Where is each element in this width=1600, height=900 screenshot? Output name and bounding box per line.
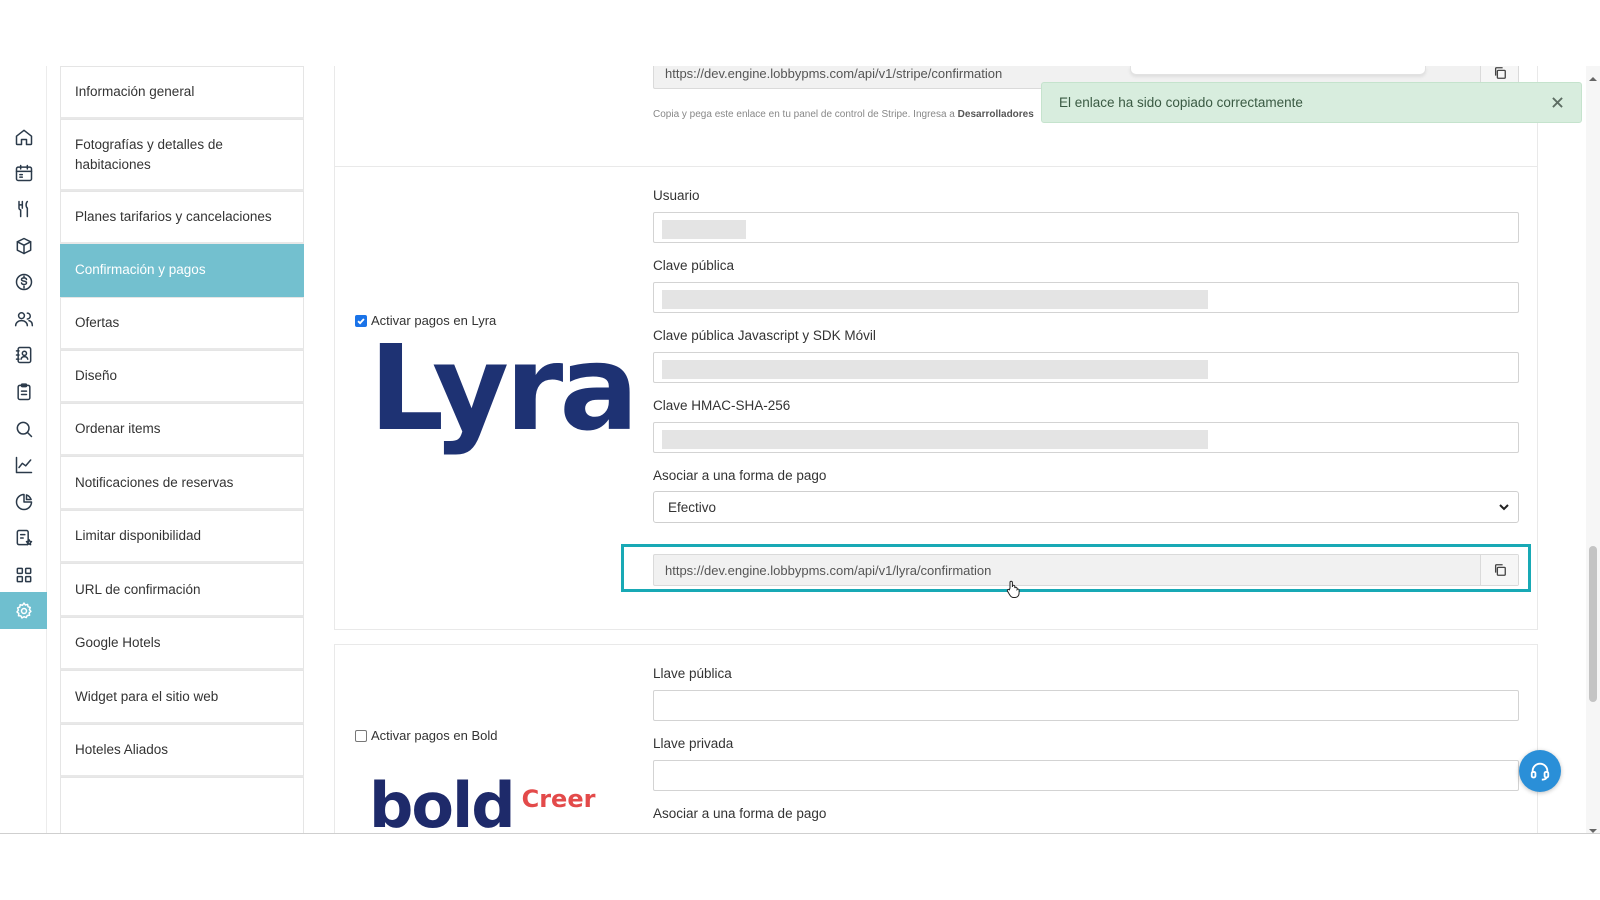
search-icon[interactable] — [0, 410, 47, 447]
nav-item-label: Google Hotels — [75, 635, 161, 650]
clave-hmac-input[interactable] — [653, 422, 1519, 453]
bold-activate-checkbox[interactable]: Activar pagos en Bold — [355, 728, 497, 743]
scroll-up-icon[interactable] — [1589, 70, 1597, 81]
copy-icon — [1494, 67, 1506, 79]
users-icon[interactable] — [0, 300, 47, 337]
clave-js-input[interactable] — [653, 352, 1519, 383]
calendar-icon[interactable] — [0, 154, 47, 191]
grid-icon[interactable] — [0, 556, 47, 593]
bold-checkbox-label: Activar pagos en Bold — [371, 728, 498, 743]
headset-icon — [1530, 762, 1550, 781]
close-icon[interactable] — [1549, 94, 1565, 110]
settings-nav: Información general Fotografías y detall… — [60, 66, 304, 833]
bold-card: Activar pagos en Bold bold Creer Llave p… — [334, 644, 1538, 834]
nav-item-limitar-disponibilidad[interactable]: Limitar disponibilidad — [60, 510, 304, 563]
payment-method-value: Efectivo — [668, 499, 717, 515]
clave-js-label: Clave pública Javascript y SDK Móvil — [653, 328, 876, 343]
nav-item-label: Planes tarifarios y cancelaciones — [75, 209, 272, 224]
llave-privada-label: Llave privada — [653, 736, 734, 751]
box-icon[interactable] — [0, 227, 47, 264]
llave-publica-label: Llave pública — [653, 666, 732, 681]
pie-chart-icon[interactable] — [0, 483, 47, 520]
hand-cursor-icon — [1006, 580, 1020, 598]
checkbox-checked-icon[interactable] — [355, 314, 367, 327]
contacts-icon[interactable] — [0, 336, 47, 373]
nav-item-url-confirmacion[interactable]: URL de confirmación — [60, 563, 304, 617]
chevron-down-icon — [1499, 504, 1509, 511]
llave-publica-input[interactable] — [653, 690, 1519, 721]
support-chat-button[interactable] — [1519, 750, 1561, 792]
nav-item-label: Fotografías y detalles de habitaciones — [75, 136, 223, 172]
nav-item-diseno[interactable]: Diseño — [60, 350, 304, 403]
app-viewport: Información general Fotografías y detall… — [0, 66, 1600, 834]
nav-item-ordenar-items[interactable]: Ordenar items — [60, 403, 304, 456]
stripe-hint: Copia y pega este enlace en tu panel de … — [653, 109, 1034, 120]
clave-hmac-label: Clave HMAC-SHA-256 — [653, 398, 791, 413]
nav-item-label: Ofertas — [75, 315, 120, 330]
nav-item-informacion-general[interactable]: Información general — [60, 66, 304, 119]
nav-item-label: Limitar disponibilidad — [75, 528, 202, 543]
icon-rail — [0, 66, 47, 833]
clave-publica-label: Clave pública — [653, 258, 735, 273]
nav-item-label: Notificaciones de reservas — [75, 474, 234, 490]
llave-privada-input[interactable] — [653, 760, 1519, 791]
scroll-thumb[interactable] — [1589, 546, 1597, 702]
nav-item-empty — [60, 777, 304, 833]
nav-item-label: Widget para el sitio web — [75, 688, 219, 704]
lyra-logo: Lyra — [369, 319, 639, 457]
nav-item-widget[interactable]: Widget para el sitio web — [60, 670, 304, 724]
nav-item-fotografias[interactable]: Fotografías y detalles de habitaciones — [60, 119, 304, 191]
clave-publica-input[interactable] — [653, 282, 1519, 313]
chart-icon[interactable] — [0, 446, 47, 483]
masked-value — [662, 360, 1208, 379]
nav-item-google-hotels[interactable]: Google Hotels — [60, 617, 304, 670]
scroll-down-icon[interactable] — [1589, 822, 1597, 833]
clipboard-icon[interactable] — [0, 373, 47, 410]
bold-logo: bold Creer — [369, 775, 595, 834]
nav-item-label: Confirmación y pagos — [75, 262, 206, 277]
main-content: https://dev.engine.lobbypms.com/api/v1/s… — [334, 66, 1538, 834]
stripe-hint-text: Copia y pega este enlace en tu panel de … — [653, 109, 955, 120]
success-toast: El enlace ha sido copiado correctamente — [1041, 82, 1582, 123]
nav-item-ofertas[interactable]: Ofertas — [60, 297, 304, 350]
nav-item-label: Información general — [75, 84, 195, 99]
payment-method-select[interactable]: Efectivo — [653, 491, 1519, 523]
home-icon[interactable] — [0, 118, 47, 155]
stripe-hint-bold: Desarrolladores — [957, 109, 1034, 120]
asociar-label: Asociar a una forma de pago — [653, 468, 827, 483]
masked-value — [662, 290, 1208, 309]
nav-item-label: URL de confirmación — [75, 581, 201, 597]
nav-item-label: Hoteles Aliados — [75, 742, 169, 757]
scrollbar[interactable] — [1586, 66, 1600, 833]
focus-highlight — [621, 544, 1531, 592]
stripe-url-text: https://dev.engine.lobbypms.com/api/v1/s… — [665, 66, 1003, 81]
masked-value — [662, 430, 1208, 449]
nav-item-label: Ordenar items — [75, 421, 161, 436]
nav-item-label: Diseño — [75, 368, 118, 383]
nav-item-confirmacion-pagos[interactable]: Confirmación y pagos — [60, 244, 304, 297]
checkbox-unchecked-icon[interactable] — [355, 729, 367, 742]
badge-list-icon[interactable] — [0, 519, 47, 556]
bold-logo-word: bold — [369, 769, 516, 834]
bold-logo-tag: Creer — [521, 785, 596, 813]
toast-message: El enlace ha sido copiado correctamente — [1059, 95, 1303, 110]
dropdown-menu-edge — [1130, 66, 1426, 75]
nav-item-planes-tarifarios[interactable]: Planes tarifarios y cancelaciones — [60, 191, 304, 244]
restaurant-icon[interactable] — [0, 190, 47, 227]
nav-item-hoteles-aliados[interactable]: Hoteles Aliados — [60, 724, 304, 777]
usuario-label: Usuario — [653, 188, 700, 203]
masked-value — [662, 220, 746, 239]
gear-icon[interactable] — [0, 592, 47, 629]
dollar-icon[interactable] — [0, 263, 47, 300]
usuario-input[interactable] — [653, 212, 1519, 243]
nav-item-notificaciones[interactable]: Notificaciones de reservas — [60, 456, 304, 510]
bold-asociar-label: Asociar a una forma de pago — [653, 806, 827, 821]
